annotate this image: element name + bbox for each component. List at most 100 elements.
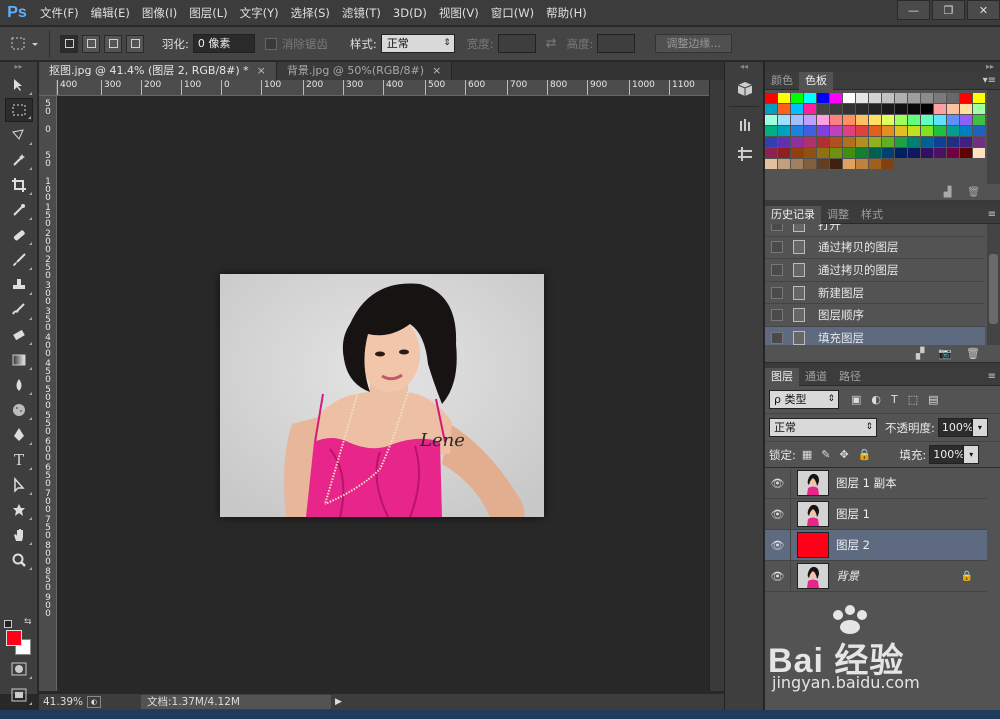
color-swatches[interactable]: ⇆ bbox=[4, 617, 34, 656]
fill-arrow-icon[interactable]: ▾ bbox=[963, 445, 980, 464]
magic-wand-tool[interactable] bbox=[5, 148, 33, 172]
color-swatch[interactable] bbox=[817, 93, 829, 103]
color-swatch[interactable] bbox=[830, 93, 842, 103]
tab-styles[interactable]: 样式 bbox=[855, 206, 889, 224]
color-swatch[interactable] bbox=[791, 115, 803, 125]
menu-item[interactable]: 编辑(E) bbox=[85, 0, 136, 26]
color-swatch[interactable] bbox=[895, 148, 907, 158]
lock-position-icon[interactable]: ✥ bbox=[840, 448, 849, 461]
document-size[interactable]: 文档:1.37M/4.12M bbox=[141, 695, 331, 709]
color-swatch[interactable] bbox=[960, 93, 972, 103]
color-swatch[interactable] bbox=[921, 115, 933, 125]
history-source-checkbox[interactable] bbox=[771, 241, 783, 254]
menu-item[interactable]: 选择(S) bbox=[285, 0, 336, 26]
zoom-tool[interactable] bbox=[5, 548, 33, 572]
color-swatch[interactable] bbox=[908, 137, 920, 147]
restore-button[interactable]: ❐ bbox=[932, 0, 965, 20]
history-item[interactable]: 打开 bbox=[765, 224, 985, 237]
feather-input[interactable]: 0 像素 bbox=[192, 34, 255, 53]
close-tab-icon[interactable]: × bbox=[432, 64, 441, 77]
color-swatch[interactable] bbox=[765, 126, 777, 136]
color-swatch[interactable] bbox=[882, 148, 894, 158]
history-source-checkbox[interactable] bbox=[771, 224, 783, 231]
color-swatch[interactable] bbox=[947, 126, 959, 136]
layer-thumbnail-frame[interactable] bbox=[797, 532, 829, 558]
layer-name[interactable]: 背景 bbox=[836, 568, 859, 584]
menu-item[interactable]: 图像(I) bbox=[136, 0, 183, 26]
color-swatch[interactable] bbox=[882, 137, 894, 147]
layer-thumbnail-frame[interactable] bbox=[797, 501, 829, 527]
subtract-selection-button[interactable] bbox=[104, 34, 122, 53]
history-item[interactable]: 填充图层 bbox=[765, 326, 985, 345]
color-swatch[interactable] bbox=[947, 137, 959, 147]
ruler-origin[interactable] bbox=[39, 80, 57, 96]
color-swatch[interactable] bbox=[869, 137, 881, 147]
type-filter-icon[interactable]: T bbox=[891, 393, 898, 406]
status-menu-arrow[interactable]: ▶ bbox=[335, 697, 342, 707]
menu-item[interactable]: 图层(L) bbox=[183, 0, 233, 26]
color-swatch[interactable] bbox=[817, 126, 829, 136]
brush-presets-button[interactable] bbox=[732, 111, 758, 137]
color-swatch[interactable] bbox=[778, 148, 790, 158]
close-tab-icon[interactable]: × bbox=[257, 64, 266, 77]
color-swatch[interactable] bbox=[830, 159, 842, 169]
menu-item[interactable]: 帮助(H) bbox=[540, 0, 593, 26]
panel-dock-grip[interactable]: ▸▸ bbox=[765, 62, 1000, 72]
visibility-eye-icon[interactable]: 👁 bbox=[765, 467, 791, 499]
opacity-arrow-icon[interactable]: ▾ bbox=[971, 418, 988, 437]
adjustment-filter-icon[interactable]: ◐ bbox=[871, 393, 881, 406]
color-swatch[interactable] bbox=[934, 115, 946, 125]
eraser-tool[interactable] bbox=[5, 323, 33, 347]
new-selection-button[interactable] bbox=[60, 34, 78, 53]
eyedropper-tool[interactable] bbox=[5, 198, 33, 222]
color-swatch[interactable] bbox=[934, 93, 946, 103]
color-swatch[interactable] bbox=[973, 93, 985, 103]
color-swatch[interactable] bbox=[791, 159, 803, 169]
color-swatch[interactable] bbox=[830, 104, 842, 114]
history-source-checkbox[interactable] bbox=[771, 309, 783, 322]
color-swatch[interactable] bbox=[791, 137, 803, 147]
antialias-checkbox[interactable] bbox=[264, 37, 277, 50]
swap-icon[interactable]: ⇄ bbox=[546, 36, 557, 51]
color-swatch[interactable] bbox=[882, 126, 894, 136]
tab-layers[interactable]: 图层 bbox=[765, 368, 799, 386]
visibility-eye-icon[interactable]: 👁 bbox=[765, 560, 791, 592]
history-item[interactable]: 图层顺序 bbox=[765, 304, 985, 327]
color-swatch[interactable] bbox=[921, 126, 933, 136]
layer-name[interactable]: 图层 2 bbox=[836, 537, 870, 553]
color-swatch[interactable] bbox=[765, 137, 777, 147]
layer-thumbnail-frame[interactable] bbox=[797, 470, 829, 496]
lock-image-icon[interactable]: ✎ bbox=[821, 448, 830, 461]
color-swatch[interactable] bbox=[947, 148, 959, 158]
quick-mask-button[interactable] bbox=[5, 657, 33, 681]
color-swatch[interactable] bbox=[960, 115, 972, 125]
menu-item[interactable]: 文件(F) bbox=[34, 0, 85, 26]
color-swatch[interactable] bbox=[869, 126, 881, 136]
add-selection-button[interactable] bbox=[82, 34, 100, 53]
blend-mode-select[interactable]: 正常 bbox=[769, 418, 877, 437]
color-swatch[interactable] bbox=[895, 104, 907, 114]
default-colors-icon[interactable] bbox=[4, 620, 12, 628]
color-swatch[interactable] bbox=[830, 126, 842, 136]
swap-colors-icon[interactable]: ⇆ bbox=[24, 617, 32, 627]
smart-object-filter-icon[interactable]: ▤ bbox=[928, 393, 938, 406]
color-swatch[interactable] bbox=[843, 115, 855, 125]
color-swatch[interactable] bbox=[804, 148, 816, 158]
history-scrollbar[interactable] bbox=[987, 224, 1000, 345]
color-swatch[interactable] bbox=[843, 126, 855, 136]
horizontal-ruler[interactable]: 400 300 200 100 0 100 200 300 400 500 600 700 800 900… bbox=[57, 80, 709, 96]
marquee-tool[interactable] bbox=[5, 98, 33, 122]
color-swatch[interactable] bbox=[804, 115, 816, 125]
color-swatch[interactable] bbox=[778, 104, 790, 114]
opacity-input[interactable]: 100% bbox=[937, 418, 973, 437]
layer-name[interactable]: 图层 1 bbox=[836, 506, 870, 522]
color-swatch[interactable] bbox=[830, 137, 842, 147]
color-swatch[interactable] bbox=[778, 93, 790, 103]
tool-preset-picker[interactable] bbox=[0, 29, 50, 58]
color-swatch[interactable] bbox=[960, 126, 972, 136]
color-swatch[interactable] bbox=[817, 137, 829, 147]
color-swatch[interactable] bbox=[856, 93, 868, 103]
move-tool[interactable] bbox=[5, 73, 33, 97]
image-filter-icon[interactable]: ▣ bbox=[851, 393, 861, 406]
color-swatch[interactable] bbox=[817, 115, 829, 125]
